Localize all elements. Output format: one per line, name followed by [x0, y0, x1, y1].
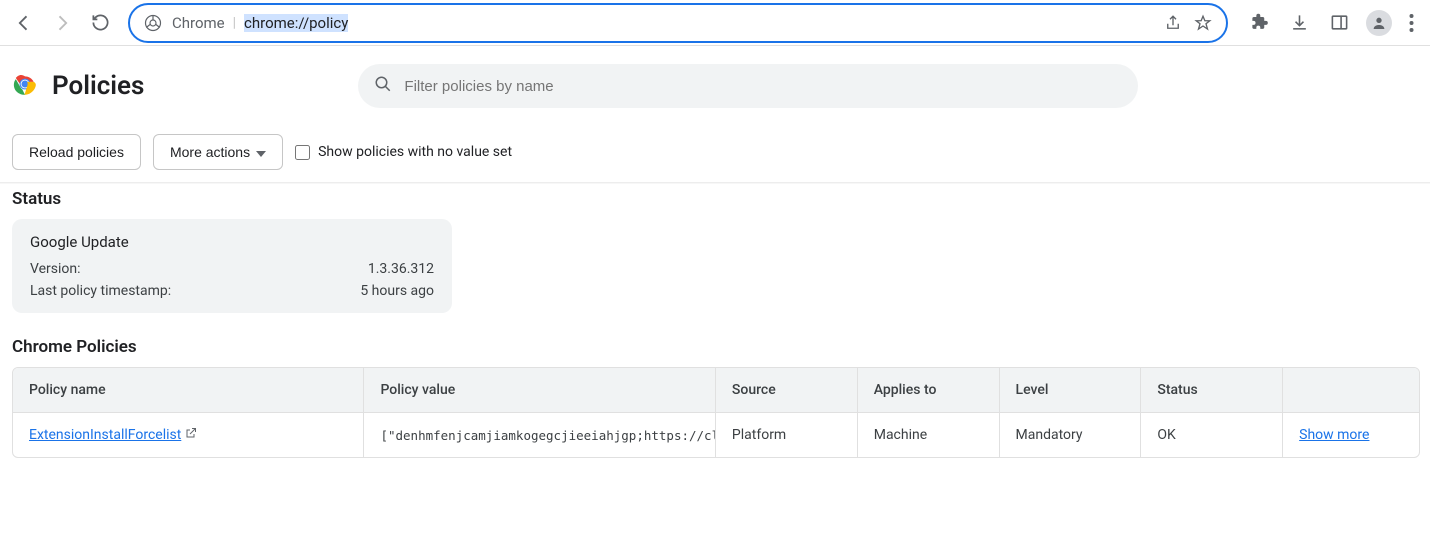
show-empty-checkbox[interactable] — [295, 145, 310, 160]
policy-status-cell: OK — [1141, 412, 1283, 457]
toolbar-icons — [1240, 8, 1422, 38]
policy-applies-cell: Machine — [858, 412, 1000, 457]
policy-level-cell: Mandatory — [1000, 412, 1142, 457]
table-row: ExtensionInstallForcelist ["denhmfenjcam… — [13, 412, 1419, 457]
search-icon — [374, 75, 392, 97]
chrome-logo-icon — [12, 71, 38, 101]
status-section: Status Google Update Version: 1.3.36.312… — [0, 183, 1430, 313]
col-header-value: Policy value — [364, 368, 715, 412]
site-label: Chrome — [172, 14, 225, 32]
more-actions-label: More actions — [170, 144, 250, 160]
next-section-title — [0, 468, 1430, 492]
side-panel-icon[interactable] — [1324, 8, 1354, 38]
reload-button[interactable] — [84, 7, 116, 39]
page-title: Policies — [52, 71, 144, 101]
status-row-value: 5 hours ago — [360, 283, 434, 299]
policy-name-link[interactable]: ExtensionInstallForcelist — [29, 427, 181, 443]
col-header-source: Source — [716, 368, 858, 412]
separator: | — [233, 15, 236, 31]
filter-search[interactable] — [358, 64, 1138, 108]
chrome-policies-title: Chrome Policies — [12, 337, 1418, 357]
more-actions-button[interactable]: More actions — [153, 134, 283, 170]
reload-policies-button[interactable]: Reload policies — [12, 134, 141, 170]
status-card: Google Update Version: 1.3.36.312 Last p… — [12, 219, 452, 313]
policy-action-cell: Show more — [1283, 412, 1419, 457]
status-card-title: Google Update — [30, 233, 434, 251]
status-row-label: Last policy timestamp: — [30, 283, 171, 299]
table-header-row: Policy name Policy value Source Applies … — [13, 368, 1419, 412]
kebab-menu-icon[interactable] — [1404, 8, 1418, 38]
external-link-icon — [185, 427, 197, 443]
page-header: Policies — [0, 46, 1430, 122]
chrome-icon — [142, 12, 164, 34]
status-row: Version: 1.3.36.312 — [30, 261, 434, 277]
policy-source-cell: Platform — [716, 412, 858, 457]
url-text: chrome://policy — [244, 14, 348, 32]
status-row-value: 1.3.36.312 — [368, 261, 434, 277]
status-row-label: Version: — [30, 261, 81, 277]
bookmark-star-icon[interactable] — [1192, 12, 1214, 34]
show-more-link[interactable]: Show more — [1299, 427, 1369, 443]
back-button[interactable] — [8, 7, 40, 39]
col-header-name: Policy name — [13, 368, 364, 412]
profile-avatar[interactable] — [1364, 8, 1394, 38]
share-icon[interactable] — [1162, 12, 1184, 34]
caret-down-icon — [256, 144, 266, 160]
action-row: Reload policies More actions Show polici… — [0, 122, 1430, 183]
policy-name-cell: ExtensionInstallForcelist — [13, 412, 364, 457]
downloads-icon[interactable] — [1284, 8, 1314, 38]
browser-toolbar: Chrome | chrome://policy — [0, 0, 1430, 46]
status-section-title: Status — [12, 189, 1418, 209]
chrome-policies-section: Chrome Policies Policy name Policy value… — [0, 331, 1430, 458]
forward-button[interactable] — [46, 7, 78, 39]
show-empty-policies-toggle[interactable]: Show policies with no value set — [295, 144, 512, 160]
status-row: Last policy timestamp: 5 hours ago — [30, 283, 434, 299]
show-empty-label: Show policies with no value set — [318, 144, 512, 160]
policies-table: Policy name Policy value Source Applies … — [12, 367, 1420, 458]
policy-value-cell: ["denhmfenjcamjiamkogegcjieeiahjgp;https… — [364, 412, 715, 457]
address-bar[interactable]: Chrome | chrome://policy — [128, 3, 1228, 43]
col-header-actions — [1283, 368, 1419, 412]
filter-input[interactable] — [404, 78, 1122, 95]
col-header-status: Status — [1141, 368, 1283, 412]
col-header-level: Level — [1000, 368, 1142, 412]
col-header-applies: Applies to — [858, 368, 1000, 412]
extensions-icon[interactable] — [1244, 8, 1274, 38]
